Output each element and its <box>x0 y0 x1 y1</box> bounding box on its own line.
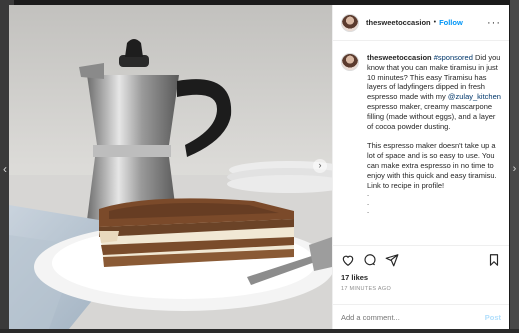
mention-link[interactable]: @zulay_kitchen <box>448 92 501 101</box>
comment-input[interactable] <box>341 312 485 322</box>
heart-icon[interactable] <box>341 253 355 267</box>
caption-author-link[interactable]: thesweetoccasion <box>367 53 432 62</box>
username-link[interactable]: thesweetoccasion <box>366 18 431 27</box>
more-horizontal-icon[interactable]: ··· <box>487 17 501 28</box>
post-header: thesweetoccasion • Follow ··· <box>333 5 509 41</box>
post-side-panel: thesweetoccasion • Follow ··· thesweetoc… <box>332 5 509 329</box>
separator-dot: • <box>433 19 437 26</box>
bookmark-icon[interactable] <box>487 253 501 267</box>
chevron-right-icon[interactable]: › <box>510 162 519 176</box>
post-modal: › thesweetoccasion • Follow ··· thesweet… <box>9 5 509 329</box>
caption-avatar[interactable] <box>341 53 359 71</box>
caption-paragraph-2: This espresso maker doesn't take up a lo… <box>367 141 497 190</box>
carousel-next-button[interactable]: › <box>313 159 327 173</box>
post-image: › <box>9 5 332 329</box>
avatar[interactable] <box>341 13 359 32</box>
post-timestamp[interactable]: 17 MINUTES AGO <box>333 286 509 304</box>
caption-text: thesweetoccasion #sponsored Did you know… <box>367 53 501 245</box>
caption-section: thesweetoccasion #sponsored Did you know… <box>333 41 509 245</box>
follow-button[interactable]: Follow <box>439 18 463 27</box>
overlay-backdrop-bottom <box>0 329 519 333</box>
caption-dot: . <box>367 197 370 207</box>
comment-icon[interactable] <box>363 253 377 267</box>
comment-form: Post <box>333 304 509 329</box>
hashtag-link[interactable]: #sponsored <box>434 53 473 62</box>
likes-count[interactable]: 17 likes <box>333 273 509 286</box>
caption-body-2: espresso maker, creamy mascarpone fillin… <box>367 101 496 131</box>
chevron-right-icon: › <box>318 160 322 170</box>
share-icon[interactable] <box>385 253 399 267</box>
post-comment-button[interactable]: Post <box>485 313 501 322</box>
caption-dot: . <box>367 206 370 216</box>
tiramisu-photo <box>9 5 332 329</box>
caption-dot: . <box>367 189 370 199</box>
action-bar <box>333 245 509 273</box>
